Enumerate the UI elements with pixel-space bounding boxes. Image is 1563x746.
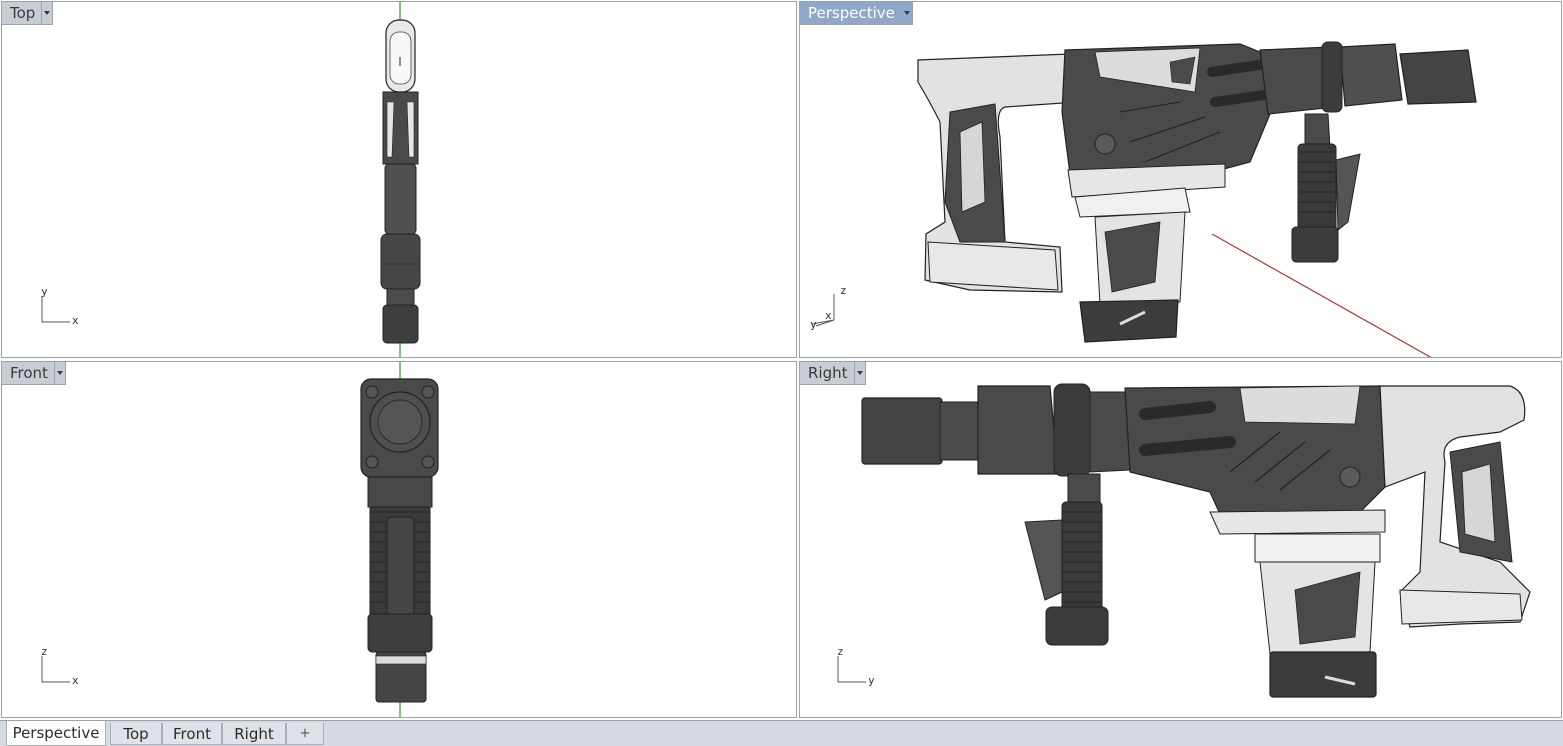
- chevron-down-icon[interactable]: [53, 362, 65, 384]
- viewport-right[interactable]: Right z y: [799, 361, 1562, 718]
- top-view-model: [380, 2, 421, 357]
- axis-indicator-front: z x: [38, 645, 88, 692]
- axis-indicator-top: y x: [38, 285, 88, 332]
- axis-label-y: y: [810, 318, 817, 331]
- viewport-label-front[interactable]: Front: [2, 362, 66, 385]
- viewport-title: Top: [10, 4, 36, 22]
- viewport-label-top[interactable]: Top: [2, 2, 54, 25]
- axis-label-y: y: [868, 674, 875, 687]
- axis-label-y: y: [41, 285, 48, 298]
- viewport-title: Right: [808, 364, 848, 382]
- chevron-down-icon[interactable]: [41, 2, 52, 24]
- axis-indicator-perspective: z x y: [808, 284, 858, 336]
- tab-perspective[interactable]: Perspective: [6, 721, 106, 746]
- viewport-label-perspective[interactable]: Perspective: [800, 2, 913, 25]
- axis-label-x: x: [72, 674, 79, 687]
- tab-top[interactable]: Top: [110, 723, 162, 745]
- viewport-front[interactable]: Front z x: [1, 361, 797, 718]
- perspective-view-model: [917, 41, 1477, 357]
- viewport-title: Perspective: [808, 4, 895, 22]
- viewport-title: Front: [10, 364, 48, 382]
- axis-label-x: x: [825, 309, 832, 322]
- chevron-down-icon[interactable]: [900, 2, 912, 24]
- axis-label-z: z: [837, 645, 844, 658]
- axis-indicator-right: z y: [834, 645, 884, 692]
- chevron-down-icon[interactable]: [853, 362, 865, 384]
- viewport-top[interactable]: Top y x: [1, 1, 797, 358]
- tab-right[interactable]: Right: [222, 723, 286, 745]
- viewport-tab-bar: Perspective Top Front Right +: [0, 720, 1563, 746]
- front-view-model: [360, 362, 439, 717]
- axis-label-z: z: [41, 645, 48, 658]
- tab-front[interactable]: Front: [162, 723, 222, 745]
- axis-label-x: x: [72, 314, 79, 327]
- right-view-model: [861, 383, 1531, 698]
- viewport-label-right[interactable]: Right: [800, 362, 866, 385]
- viewport-perspective[interactable]: Perspective z x y: [799, 1, 1562, 358]
- axis-label-z: z: [840, 284, 847, 297]
- add-tab-icon[interactable]: +: [286, 723, 324, 745]
